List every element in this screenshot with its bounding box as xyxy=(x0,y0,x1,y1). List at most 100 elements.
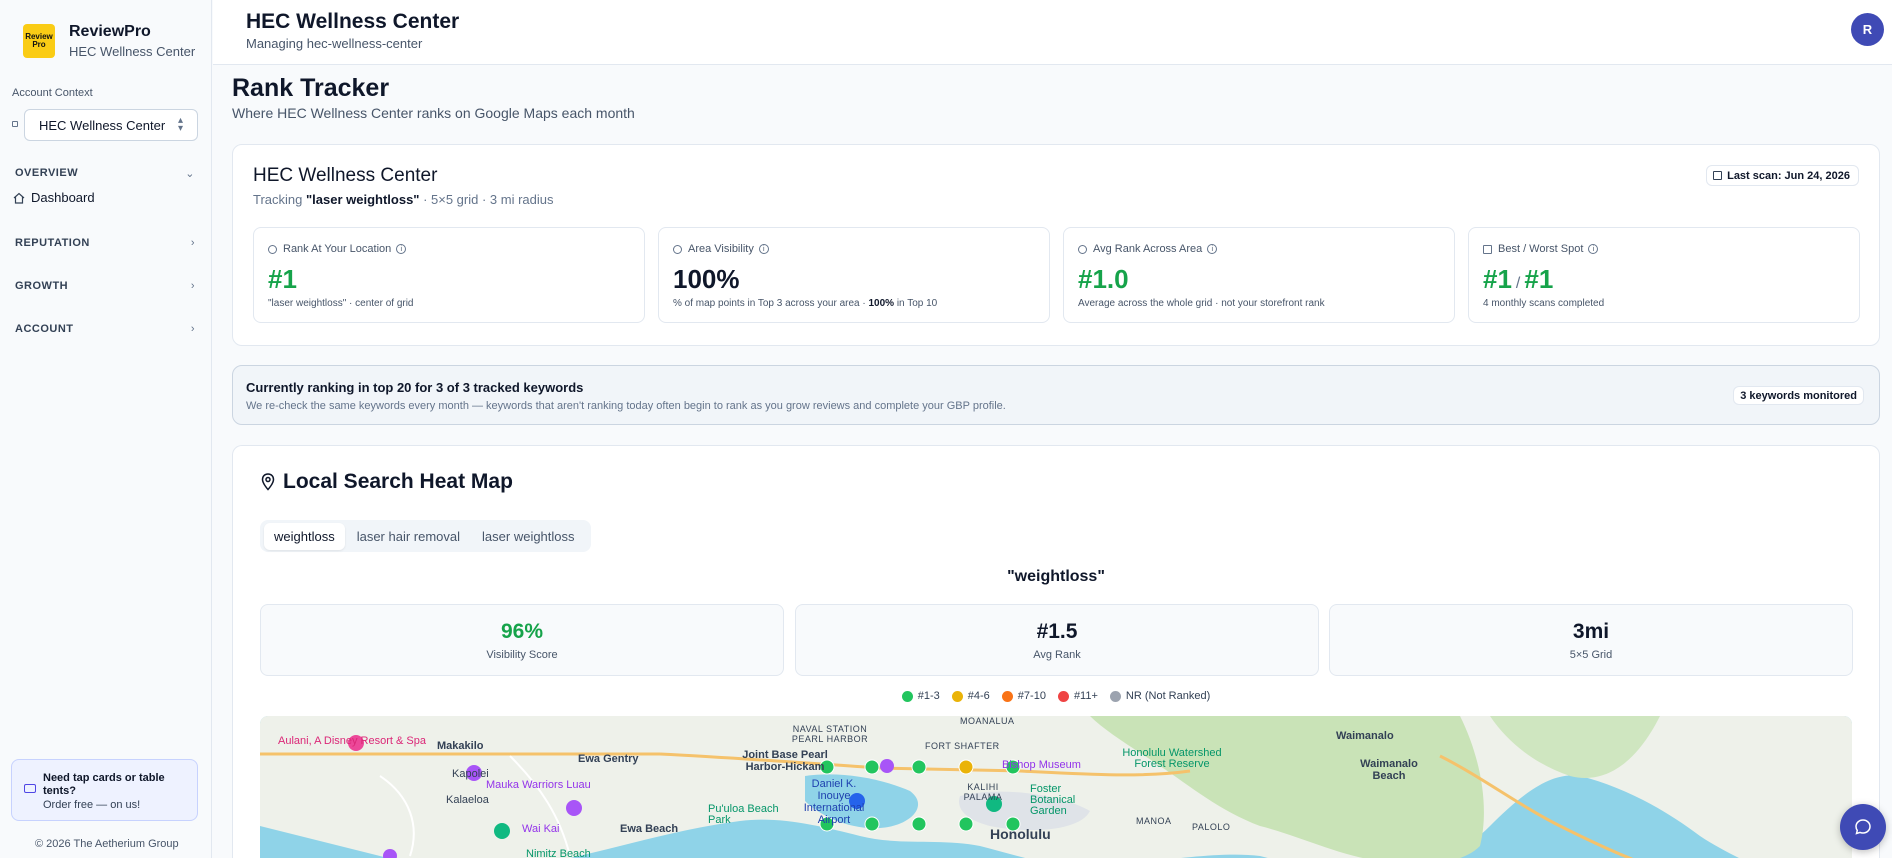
grid-point[interactable] xyxy=(911,759,927,775)
info-icon[interactable]: i xyxy=(396,244,407,254)
best-rank: #1 xyxy=(1483,264,1512,294)
tracking-info: Tracking "laser weightloss" · 5×5 grid ·… xyxy=(253,192,554,207)
nav-section-label: ACCOUNT xyxy=(15,323,74,335)
map-label-puuloa: Pu'uloa Beach Park xyxy=(708,803,779,826)
tab-laser-weightloss[interactable]: laser weightloss xyxy=(472,523,585,550)
legend-item-4-6: #4-6 xyxy=(951,690,990,702)
home-icon xyxy=(13,192,25,204)
map-label-ewa-gentry: Ewa Gentry xyxy=(578,753,639,765)
grid-point[interactable] xyxy=(958,759,974,775)
info-icon[interactable]: i xyxy=(758,244,769,254)
page-subtitle: Where HEC Wellness Center ranks on Googl… xyxy=(232,105,635,121)
map-label-watershed: Honolulu Watershed Forest Reserve xyxy=(1122,747,1222,770)
avatar[interactable]: R xyxy=(1851,13,1884,46)
stat-label: Visibility Score xyxy=(486,649,558,661)
metric-rank-at-location: Rank At Your Location i #1 "laser weightl… xyxy=(253,227,645,323)
metric-description: 4 monthly scans completed xyxy=(1483,298,1605,309)
nav-section-account[interactable]: ACCOUNT › xyxy=(15,323,195,335)
metric-description: "laser weightloss" · center of grid xyxy=(268,298,414,309)
tab-weightloss[interactable]: weightloss xyxy=(264,522,345,550)
keywords-monitored-badge: 3 keywords monitored xyxy=(1733,386,1864,405)
map-label-foster: Foster Botanical Garden xyxy=(1030,783,1076,817)
map-label-ewa-beach: Ewa Beach xyxy=(620,823,679,835)
legend-label: #4-6 xyxy=(967,690,990,702)
last-scan-text: Last scan: Jun 24, 2026 xyxy=(1727,169,1850,182)
promo-tap-cards[interactable]: Need tap cards or table tents? Order fre… xyxy=(11,759,198,821)
brand-name: ReviewPro xyxy=(69,23,151,40)
nav-section-label: GROWTH xyxy=(15,280,69,292)
header-title: HEC Wellness Center xyxy=(246,10,460,33)
chat-bubble-icon xyxy=(1855,819,1871,835)
account-select[interactable]: HEC Wellness Center ▴ ▾ xyxy=(24,109,198,141)
keyword-title: "weightloss" xyxy=(1007,568,1105,585)
chevron-up-down-icon: ▴ ▾ xyxy=(177,115,183,134)
metric-label: Area Visibility xyxy=(688,243,754,255)
heat-map-card: Local Search Heat Map weightloss laser h… xyxy=(232,445,1880,858)
rank-legend: #1-3 #4-6 #7-10 #11+ NR (Not Ranked) xyxy=(233,690,1879,702)
chevron-right-icon: › xyxy=(190,323,195,335)
sidebar-item-dashboard[interactable]: Dashboard xyxy=(13,190,95,205)
tracking-suffix: · 5×5 grid · 3 mi radius xyxy=(419,192,554,207)
brand-subtitle: HEC Wellness Center xyxy=(69,44,196,59)
last-scan-badge: Last scan: Jun 24, 2026 xyxy=(1706,165,1859,186)
stat-grid: 3mi 5×5 Grid xyxy=(1329,604,1853,676)
info-icon[interactable]: i xyxy=(1207,244,1218,254)
legend-dot xyxy=(901,690,913,702)
business-name: HEC Wellness Center xyxy=(253,165,438,186)
chat-button[interactable] xyxy=(1840,804,1886,850)
calendar-icon xyxy=(1713,171,1723,180)
metric-description: % of map points in Top 3 across your are… xyxy=(673,298,937,309)
metric-label: Best / Worst Spot xyxy=(1498,243,1584,255)
heat-map-title: Local Search Heat Map xyxy=(283,470,513,493)
rank-separator: / xyxy=(1515,275,1521,292)
notice-subtitle: We re-check the same keywords every mont… xyxy=(246,400,1006,412)
ranking-notice: Currently ranking in top 20 for 3 of 3 t… xyxy=(232,365,1880,425)
brand[interactable]: Review Pro ReviewPro HEC Wellness Center xyxy=(0,0,211,65)
account-select-value: HEC Wellness Center xyxy=(39,117,166,133)
sidebar-item-label: Dashboard xyxy=(31,190,95,205)
promo-subtitle: Order free — on us! xyxy=(43,799,141,811)
metric-value: #1.0 xyxy=(1078,264,1129,294)
rank-summary-card: HEC Wellness Center Tracking "laser weig… xyxy=(232,144,1880,346)
metric-value: #1/#1 xyxy=(1483,264,1553,295)
metric-value: #1 xyxy=(268,264,297,294)
desc-suffix: in Top 10 xyxy=(894,298,938,309)
keyword-tabs: weightloss laser hair removal laser weig… xyxy=(260,520,591,552)
bar-chart-icon xyxy=(1483,244,1492,254)
map-label-kalihi: KALIHI PALAMA xyxy=(963,782,1003,802)
grid-point[interactable] xyxy=(958,816,974,832)
desc-bold: 100% xyxy=(868,298,895,309)
heat-map[interactable]: Aulani, A Disney Resort & Spa Makakilo K… xyxy=(260,716,1852,858)
map-label-nimitz: Nimitz Beach xyxy=(526,848,591,858)
nav-section-overview[interactable]: OVERVIEW ⌄ xyxy=(15,167,195,180)
legend-label: NR (Not Ranked) xyxy=(1125,690,1211,702)
legend-dot xyxy=(1057,690,1069,702)
tab-laser-hair-removal[interactable]: laser hair removal xyxy=(347,523,470,550)
map-label-naval: NAVAL STATION PEARL HARBOR xyxy=(791,724,869,744)
legend-item-not-ranked: NR (Not Ranked) xyxy=(1109,690,1211,702)
metric-value: 100% xyxy=(673,264,740,294)
desc-prefix: % of map points in Top 3 across your are… xyxy=(673,298,869,309)
top-header: HEC Wellness Center Managing hec-wellnes… xyxy=(213,0,1892,65)
grid-point[interactable] xyxy=(911,816,927,832)
map-label-waimanalo-beach: Waimanalo Beach xyxy=(1360,758,1418,782)
sidebar: Review Pro ReviewPro HEC Wellness Center… xyxy=(0,0,212,858)
tracking-prefix: Tracking xyxy=(253,192,306,207)
credit-card-icon xyxy=(24,784,36,793)
legend-dot xyxy=(1001,690,1013,702)
page-title: Rank Tracker xyxy=(232,74,390,102)
nav-section-growth[interactable]: GROWTH › xyxy=(15,280,195,292)
chevron-down-icon: ⌄ xyxy=(185,168,195,180)
map-label-mauka: Mauka Warriors Luau xyxy=(486,779,591,791)
metric-best-worst: Best / Worst Spot i #1/#1 4 monthly scans… xyxy=(1468,227,1860,323)
legend-item-11-plus: #11+ xyxy=(1057,690,1098,702)
nav-section-reputation[interactable]: REPUTATION › xyxy=(15,237,195,249)
copyright: © 2026 The Aetherium Group xyxy=(35,838,179,850)
grid-point[interactable] xyxy=(864,759,880,775)
map-label-waimanalo: Waimanalo xyxy=(1336,730,1394,742)
metric-description: Average across the whole grid · not your… xyxy=(1078,298,1325,309)
legend-item-7-10: #7-10 xyxy=(1001,690,1046,702)
map-label-airport: Daniel K. Inouye International Airport xyxy=(803,778,865,826)
info-icon[interactable]: i xyxy=(1588,244,1599,254)
legend-dot xyxy=(951,690,963,702)
